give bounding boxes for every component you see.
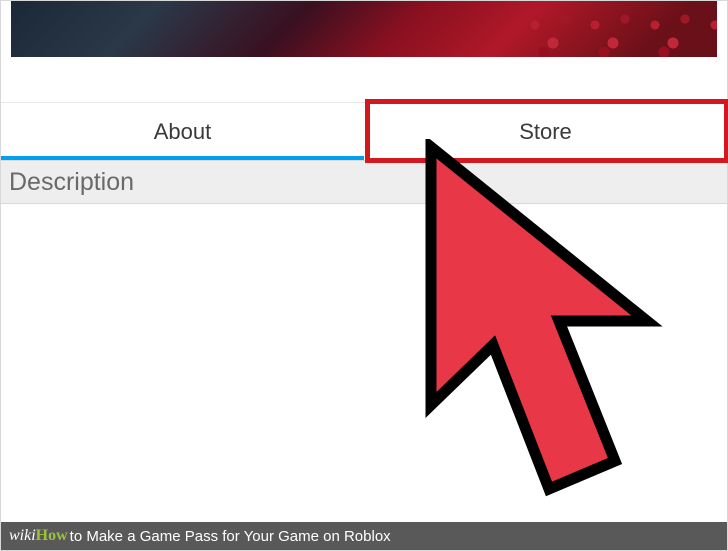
wikihow-footer: wikiHow to Make a Game Pass for Your Gam… bbox=[1, 522, 727, 550]
tabs-navigation: About Store bbox=[1, 102, 727, 160]
description-content bbox=[1, 204, 727, 522]
tab-about[interactable]: About bbox=[1, 103, 364, 160]
tab-store[interactable]: Store bbox=[364, 103, 727, 160]
brand-how: How bbox=[36, 527, 68, 545]
tab-store-label: Store bbox=[519, 119, 572, 145]
tab-about-label: About bbox=[154, 119, 212, 145]
article-title: to Make a Game Pass for Your Game on Rob… bbox=[70, 528, 391, 545]
description-title: Description bbox=[9, 168, 134, 197]
description-section-header: Description bbox=[1, 160, 727, 204]
spacing bbox=[1, 57, 727, 102]
game-hero-image bbox=[11, 1, 717, 57]
brand-wiki: wiki bbox=[9, 527, 36, 545]
